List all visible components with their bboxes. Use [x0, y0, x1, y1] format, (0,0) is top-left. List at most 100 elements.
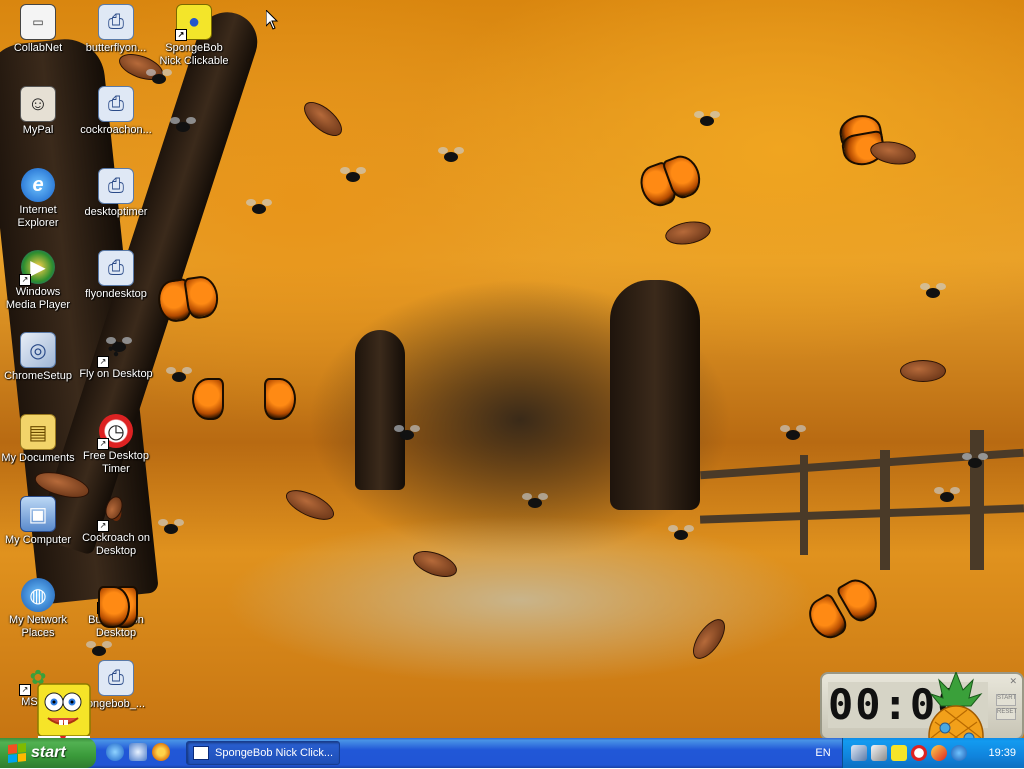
butterfly-sprite[interactable] [98, 586, 138, 628]
spongebob-icon: ● ↗ [175, 4, 212, 41]
fly-sprite[interactable] [340, 167, 366, 182]
fly-sprite[interactable] [522, 493, 548, 508]
fly-sprite[interactable] [962, 453, 988, 468]
taskbar[interactable]: start SpongeBob Nick Click... EN 19:39 [0, 738, 1024, 768]
system-tray: 19:39 [842, 738, 1024, 768]
fly-sprite[interactable] [438, 147, 464, 162]
fly-sprite[interactable] [170, 117, 196, 132]
desktop-icon-label: Internet Explorer [17, 204, 59, 229]
fly-sprite[interactable] [86, 641, 112, 656]
desktop-icon-spongebob-nick[interactable]: ● ↗ SpongeBob Nick Clickable [156, 4, 232, 68]
update-icon[interactable] [951, 745, 967, 761]
fly-sprite[interactable] [166, 367, 192, 382]
quick-launch-bar [106, 743, 170, 761]
desktop-icon-cockroachon[interactable]: ⎙ cockroachon... [78, 86, 154, 137]
desktop-icon-label: Free Desktop Timer [82, 450, 150, 475]
desktop-icon-label: MyPal [22, 124, 54, 136]
tree-trunk-right [610, 280, 700, 510]
spongebob-tray-icon[interactable] [891, 745, 907, 761]
butterfly-sprite[interactable] [192, 378, 296, 434]
window-icon [193, 746, 209, 760]
timer-reset-button[interactable]: RESET [996, 708, 1017, 720]
collabnet-icon: ▭ [20, 4, 56, 40]
desktop-icon-label: My Network Places [8, 614, 68, 639]
desktop-icon-label: ChromeSetup [4, 370, 72, 382]
installer-icon: ⎙ [98, 168, 134, 204]
my-documents-icon: ▤ [20, 414, 56, 450]
network-icon[interactable] [851, 745, 867, 761]
desktop-icon-butterflyon[interactable]: ⎙ butterflyon... [78, 4, 154, 55]
internet-explorer-icon: e [21, 168, 55, 202]
desktop-icon-chromesetup[interactable]: ◎ ChromeSetup [0, 332, 76, 383]
installer-icon: ⎙ [98, 660, 134, 696]
timer-close-icon[interactable]: ✕ [1009, 676, 1017, 687]
media-player-icon[interactable] [152, 743, 170, 761]
desktop-icon-collabnet[interactable]: ▭ CollabNet [0, 4, 76, 55]
fly-sprite[interactable] [394, 425, 420, 440]
desktop-icon-label: Windows Media Player [5, 286, 71, 311]
taskbar-button-spongebob[interactable]: SpongeBob Nick Click... [186, 741, 340, 765]
desktop-icon-mypal[interactable]: ☺ MyPal [0, 86, 76, 137]
clock-icon: ◷ ↗ [97, 414, 133, 450]
tree-trunk-mid [355, 330, 405, 490]
desktop-icon-label: Cockroach on Desktop [82, 532, 150, 557]
shortcut-arrow-icon: ↗ [97, 356, 109, 368]
taskbar-button-label: SpongeBob Nick Click... [215, 747, 333, 759]
timer-start-button[interactable]: START [996, 694, 1016, 706]
fly-sprite[interactable] [920, 283, 946, 298]
fly-sprite[interactable] [668, 525, 694, 540]
desktop-icon-my-network-places[interactable]: ◍ My Network Places [0, 578, 76, 640]
desktop-icon-label: butterflyon... [85, 42, 147, 54]
shortcut-arrow-icon: ↗ [19, 684, 31, 696]
desktop-icon-internet-explorer[interactable]: e Internet Explorer [0, 168, 76, 230]
internet-explorer-icon[interactable] [106, 743, 124, 761]
fly-sprite[interactable] [246, 199, 272, 214]
installer-icon: ⎙ [98, 86, 134, 122]
fly-sprite[interactable] [780, 425, 806, 440]
desktop-icon-label: Fly on Desktop [79, 368, 153, 380]
cockroach-sprite[interactable] [900, 360, 946, 382]
windows-logo-icon [8, 743, 26, 763]
language-indicator[interactable]: EN [808, 738, 838, 768]
desktop-icon-label: desktoptimer [84, 206, 148, 218]
my-computer-icon: ▣ [20, 496, 56, 532]
fence-post [970, 430, 984, 570]
shortcut-arrow-icon: ↗ [97, 438, 109, 450]
fly-sprite[interactable] [694, 111, 720, 126]
timer-tray-icon[interactable] [911, 745, 927, 761]
fence-post [880, 450, 890, 570]
shortcut-arrow-icon: ↗ [97, 520, 109, 532]
media-player-icon: ▶ ↗ [19, 250, 55, 286]
desktop-icon-free-desktop-timer[interactable]: ◷ ↗ Free Desktop Timer [78, 414, 154, 476]
volume-icon[interactable] [871, 745, 887, 761]
desktop-icon-my-documents[interactable]: ▤ My Documents [0, 414, 76, 465]
security-icon[interactable] [931, 745, 947, 761]
installer-icon: ⎙ [98, 250, 134, 286]
desktop-icon-desktoptimer[interactable]: ⎙ desktoptimer [78, 168, 154, 219]
start-button[interactable]: start [0, 738, 96, 768]
fly-sprite[interactable] [934, 487, 960, 502]
desktop-icon-label: cockroachon... [80, 124, 152, 136]
desktop-icon-label: SpongeBob Nick Clickable [159, 42, 229, 67]
desktop-icon-label: flyondesktop [85, 288, 147, 300]
desktop-icon-label: CollabNet [13, 42, 63, 54]
show-desktop-icon[interactable] [129, 743, 147, 761]
fly-sprite[interactable] [106, 337, 132, 352]
installer-icon: ⎙ [98, 4, 134, 40]
network-places-icon: ◍ [21, 578, 55, 612]
taskbar-clock[interactable]: 19:39 [988, 738, 1016, 768]
shortcut-arrow-icon: ↗ [175, 29, 187, 41]
fly-sprite[interactable] [158, 519, 184, 534]
start-label: start [31, 744, 66, 761]
fence-post [800, 455, 808, 555]
desktop-icon-label: My Computer [4, 534, 72, 546]
desktop-icon-flyondesktop[interactable]: ⎙ flyondesktop [78, 250, 154, 301]
desktop-icon-label: My Documents [1, 452, 75, 464]
desktop-icon-windows-media-player[interactable]: ▶ ↗ Windows Media Player [0, 250, 76, 312]
desktop-icon-my-computer[interactable]: ▣ My Computer [0, 496, 76, 547]
desktop-timer-widget[interactable]: 00:00 START RESET ✕ [820, 672, 1024, 740]
shortcut-arrow-icon: ↗ [19, 274, 31, 286]
desktop-icon-fly-on-desktop[interactable]: ✣↗ Fly on Desktop [78, 332, 154, 381]
butterfly-sprite[interactable] [156, 274, 221, 322]
fly-sprite[interactable] [146, 69, 172, 84]
